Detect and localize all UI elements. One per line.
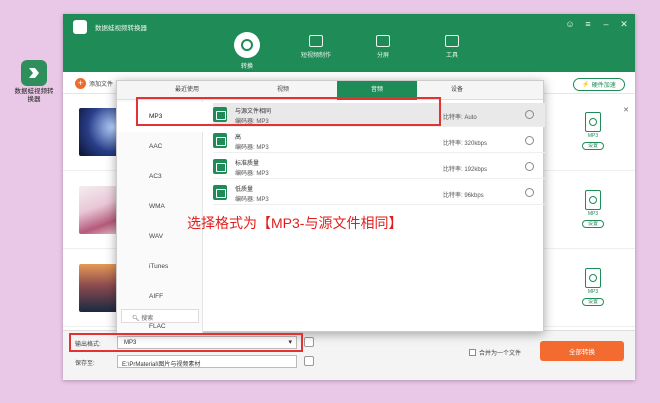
app-logo-icon: [21, 60, 47, 86]
format-item-ac3[interactable]: AC3: [117, 162, 203, 192]
audio-file-icon: [585, 112, 601, 132]
output-format-button[interactable]: MP3 设置: [573, 112, 613, 150]
tab-split-screen[interactable]: 分屏: [363, 32, 403, 59]
tab-convert[interactable]: 转换: [227, 32, 267, 70]
settings-button[interactable]: 设置: [582, 220, 604, 228]
gear-icon[interactable]: [525, 136, 534, 145]
preset-option[interactable]: 高 编码器: MP3 比特率: 320kbps: [213, 129, 545, 153]
audio-preset-icon: [213, 185, 227, 200]
desktop-app-shortcut[interactable]: 数据蛙视频转换器: [14, 60, 54, 104]
convert-all-button[interactable]: 全部转换: [540, 341, 624, 361]
desktop-icon-label: 数据蛙视频转换器: [14, 88, 54, 103]
tab-convert-label: 转换: [240, 64, 253, 70]
hardware-accel-label: 硬件加速: [591, 83, 616, 89]
title-bar: 数据蛙视频转换器 ☺ ≡ – ✕ 转换 短视频制作 分屏 工具: [63, 14, 635, 72]
format-caption: MP3: [587, 289, 599, 295]
preset-bitrate: 比特率: 192kbps: [443, 167, 488, 173]
toolbox-icon: [445, 35, 459, 47]
gear-icon[interactable]: [525, 110, 534, 119]
tab-split-screen-label: 分屏: [376, 53, 389, 59]
format-item-aac[interactable]: AAC: [117, 132, 203, 162]
preset-bitrate: 比特率: 320kbps: [443, 141, 488, 147]
app-title: 数据蛙视频转换器: [95, 25, 147, 32]
tab-short-video-label: 短视频制作: [300, 53, 331, 59]
tab-tools-label: 工具: [445, 53, 458, 59]
annotation-text: 选择格式为【MP3-与源文件相同】: [187, 215, 403, 231]
bolt-icon: ⚡: [582, 82, 590, 88]
preset-codec: 编码器: MP3: [235, 197, 269, 203]
settings-button[interactable]: 设置: [582, 142, 604, 150]
hardware-accel-button[interactable]: ⚡ 硬件加速: [573, 78, 625, 91]
gear-icon[interactable]: [525, 162, 534, 171]
highlight-mp3-preset: [136, 97, 441, 126]
preset-option[interactable]: 低质量 编码器: MP3 比特率: 96kbps: [213, 181, 545, 205]
save-path-field[interactable]: E:\PrMaterial\图片与视频素材: [117, 355, 297, 368]
close-icon[interactable]: ✕: [619, 19, 629, 29]
split-screen-icon: [376, 35, 390, 47]
tab-short-video[interactable]: 短视频制作: [296, 32, 336, 59]
format-search-box[interactable]: 🔍︎ 搜索: [121, 309, 199, 323]
preset-name: 低质量: [235, 187, 254, 193]
app-logo-icon: [73, 20, 87, 34]
preset-bitrate: 比特率: Auto: [443, 115, 477, 121]
format-item-aiff[interactable]: AIFF: [117, 282, 203, 312]
merge-label: 合并为一个文件: [479, 351, 522, 357]
add-file-button[interactable]: + 添加文件: [75, 78, 113, 89]
add-file-label: 添加文件: [89, 82, 114, 88]
app-window: 数据蛙视频转换器 ☺ ≡ – ✕ 转换 短视频制作 分屏 工具 + 添加文件 ⚡…: [63, 14, 635, 380]
preset-codec: 编码器: MP3: [235, 171, 269, 177]
output-format-button[interactable]: MP3 设置: [573, 190, 613, 228]
minimize-icon[interactable]: –: [601, 19, 611, 29]
audio-file-icon: [585, 268, 601, 288]
search-label: 搜索: [141, 316, 154, 322]
highlight-output-format: [69, 333, 303, 352]
preset-codec: 编码器: MP3: [235, 145, 269, 151]
audio-preset-icon: [213, 133, 227, 148]
output-format-button[interactable]: MP3 设置: [573, 268, 613, 306]
preset-name: 高: [235, 135, 242, 141]
format-caption: MP3: [587, 133, 599, 139]
format-item-itunes[interactable]: iTunes: [117, 252, 203, 282]
merge-checkbox[interactable]: [469, 349, 476, 356]
merge-option[interactable]: 合并为一个文件: [469, 348, 521, 357]
audio-preset-icon: [213, 159, 227, 174]
audio-file-icon: [585, 190, 601, 210]
format-settings-icon[interactable]: [304, 337, 314, 347]
folder-icon[interactable]: [304, 356, 314, 366]
preset-name: 标准质量: [235, 161, 260, 167]
search-icon: 🔍︎: [132, 316, 142, 322]
save-to-label: 保存至:: [75, 361, 95, 367]
tab-tools[interactable]: 工具: [432, 32, 472, 59]
menu-icon[interactable]: ≡: [583, 19, 593, 29]
settings-button[interactable]: 设置: [582, 298, 604, 306]
gear-icon[interactable]: [525, 188, 534, 197]
format-caption: MP3: [587, 211, 599, 217]
user-icon[interactable]: ☺: [565, 19, 575, 29]
preset-option[interactable]: 标准质量 编码器: MP3 比特率: 192kbps: [213, 155, 545, 179]
convert-icon: [234, 32, 260, 58]
preset-bitrate: 比特率: 96kbps: [443, 193, 484, 199]
short-video-icon: [309, 35, 323, 47]
plus-icon: +: [75, 78, 86, 89]
